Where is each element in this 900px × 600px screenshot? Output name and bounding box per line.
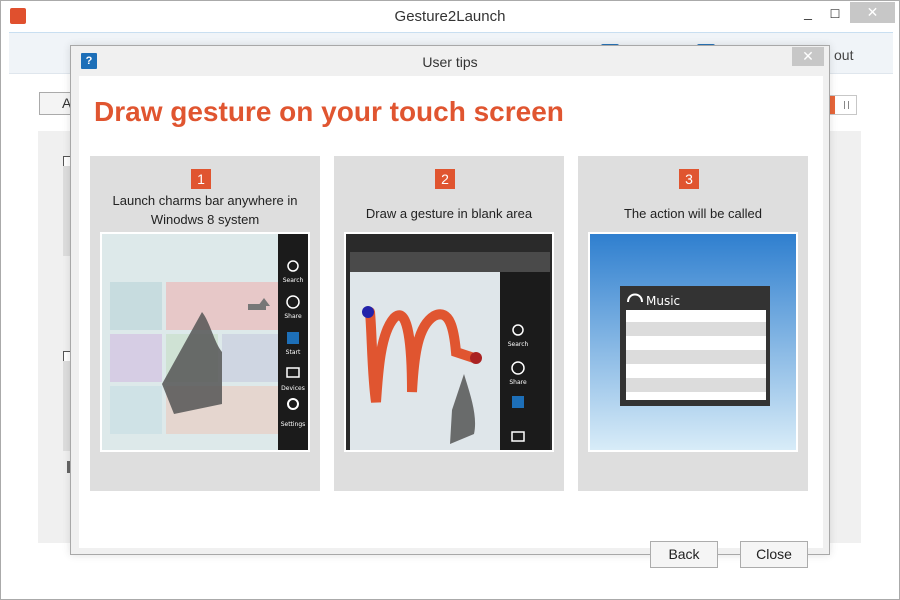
step-card-3: 3 The action will be called Music bbox=[578, 156, 808, 491]
charm-label: Settings bbox=[281, 421, 306, 428]
window-title: Gesture2Launch bbox=[394, 8, 506, 25]
step-number: 3 bbox=[679, 169, 699, 189]
close-icon[interactable]: ✕ bbox=[850, 2, 895, 23]
step-number: 1 bbox=[191, 169, 211, 189]
charm-label: Start bbox=[286, 349, 301, 356]
close-button[interactable]: Close bbox=[740, 541, 808, 568]
charm-label: Search bbox=[283, 277, 304, 284]
step-illustration: Search Share Start Devices Settings bbox=[100, 232, 310, 452]
title-bar: Gesture2Launch _ ☐ ✕ bbox=[1, 1, 899, 32]
music-label: Music bbox=[646, 294, 680, 308]
dialog-titlebar: ? User tips ✕ bbox=[71, 46, 829, 76]
about-link[interactable]: out bbox=[834, 47, 853, 63]
toggle-thumb bbox=[844, 101, 849, 109]
charm-label: Search bbox=[508, 341, 529, 348]
charm-label: Share bbox=[284, 313, 302, 320]
step-text: The action will be called bbox=[623, 206, 763, 221]
step-card-1: 1 Launch charms bar anywhere in Winodws … bbox=[90, 156, 320, 491]
user-tips-dialog: ? User tips ✕ Draw gesture on your touch… bbox=[70, 45, 830, 568]
step-number: 2 bbox=[435, 169, 455, 189]
step-illustration: Music bbox=[588, 232, 798, 452]
minimize-icon[interactable]: _ bbox=[797, 5, 819, 23]
dialog-title: User tips bbox=[422, 54, 478, 70]
charm-label: Share bbox=[509, 379, 527, 386]
start-icon bbox=[287, 332, 299, 344]
step-illustration: Search Share bbox=[344, 232, 554, 452]
charm-label: Devices bbox=[281, 385, 305, 392]
main-toggle[interactable] bbox=[827, 95, 857, 115]
back-button[interactable]: Back bbox=[650, 541, 718, 568]
step-text: Launch charms bar anywhere in bbox=[112, 193, 298, 208]
close-icon[interactable]: ✕ bbox=[792, 47, 824, 66]
step-card-2: 2 Draw a gesture in blank area Search Sh… bbox=[334, 156, 564, 491]
headline: Draw gesture on your touch screen bbox=[94, 96, 564, 127]
maximize-icon[interactable]: ☐ bbox=[824, 5, 846, 23]
dialog-content: Draw gesture on your touch screen 1 Laun… bbox=[79, 76, 823, 568]
start-icon bbox=[512, 396, 524, 408]
step-text: Draw a gesture in blank area bbox=[365, 206, 533, 221]
step-text: Winodws 8 system bbox=[150, 212, 260, 227]
